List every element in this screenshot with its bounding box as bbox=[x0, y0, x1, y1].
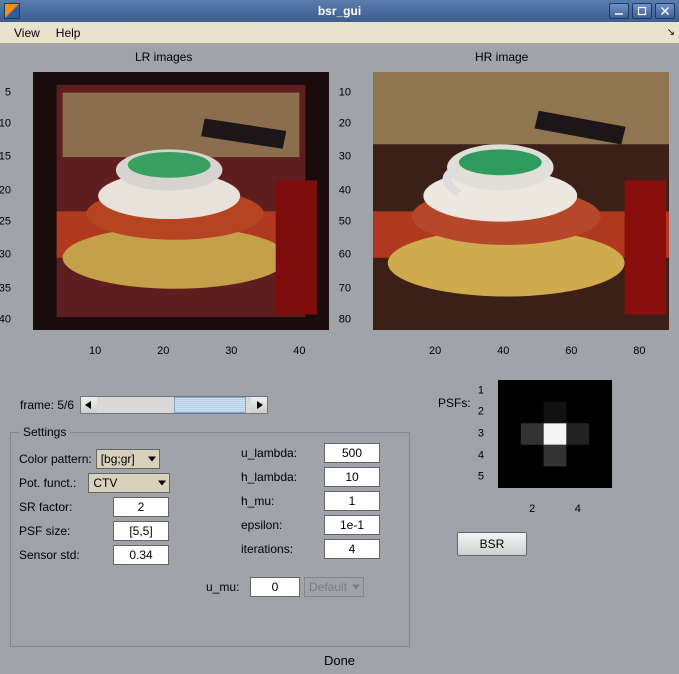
pot-funct-value: CTV bbox=[93, 476, 117, 490]
lr-ytick: 5 bbox=[5, 87, 11, 98]
color-pattern-combo[interactable]: [bg;gr] bbox=[96, 449, 160, 469]
lr-ytick: 35 bbox=[0, 283, 11, 294]
lr-axes: 5 10 15 20 25 30 35 40 10 20 30 40 bbox=[33, 72, 329, 330]
psf-size-input[interactable] bbox=[113, 521, 169, 541]
psf-ytick: 5 bbox=[478, 472, 484, 483]
u-mu-mode-value: Default bbox=[309, 580, 347, 594]
hr-ytick: 60 bbox=[339, 250, 351, 261]
hr-ytick: 70 bbox=[339, 283, 351, 294]
frame-label: frame: 5/6 bbox=[20, 398, 74, 412]
bsr-button[interactable]: BSR bbox=[457, 532, 527, 556]
lr-image bbox=[33, 72, 329, 330]
menubar: View Help ↘ bbox=[0, 22, 679, 44]
status-text: Done bbox=[0, 653, 679, 668]
h-mu-input[interactable] bbox=[324, 491, 380, 511]
scroll-right-button[interactable] bbox=[251, 397, 267, 413]
hr-xtick: 20 bbox=[429, 346, 441, 357]
lr-xtick: 10 bbox=[89, 346, 101, 357]
pot-funct-combo[interactable]: CTV bbox=[88, 473, 170, 493]
titlebar: bsr_gui bbox=[0, 0, 679, 22]
h-lambda-label: h_lambda: bbox=[241, 470, 306, 484]
hr-xtick: 40 bbox=[497, 346, 509, 357]
settings-legend: Settings bbox=[19, 425, 70, 439]
hr-ytick: 10 bbox=[339, 87, 351, 98]
lr-ytick: 20 bbox=[0, 185, 11, 196]
psf-ytick: 1 bbox=[478, 385, 484, 396]
matlab-icon bbox=[4, 3, 20, 19]
psf-ytick: 4 bbox=[478, 450, 484, 461]
scroll-track[interactable] bbox=[97, 397, 251, 413]
psf-xtick: 4 bbox=[575, 504, 581, 515]
lr-ytick: 10 bbox=[0, 118, 11, 129]
lr-ytick: 25 bbox=[0, 216, 11, 227]
psf-xtick: 2 bbox=[529, 504, 535, 515]
chevron-down-icon bbox=[148, 457, 156, 462]
pot-funct-label: Pot. funct.: bbox=[19, 476, 76, 490]
hr-xtick: 80 bbox=[633, 346, 645, 357]
lr-ytick: 30 bbox=[0, 250, 11, 261]
hr-image bbox=[373, 72, 669, 330]
epsilon-input[interactable] bbox=[324, 515, 380, 535]
hr-ytick: 80 bbox=[339, 314, 351, 325]
sr-factor-input[interactable] bbox=[113, 497, 169, 517]
u-lambda-input[interactable] bbox=[324, 443, 380, 463]
lr-xtick: 40 bbox=[293, 346, 305, 357]
u-mu-label: u_mu: bbox=[206, 580, 246, 594]
sensor-std-label: Sensor std: bbox=[19, 548, 84, 562]
settings-panel: Settings Color pattern: [bg;gr] Pot. fun… bbox=[10, 432, 410, 647]
h-lambda-input[interactable] bbox=[324, 467, 380, 487]
hr-ytick: 30 bbox=[339, 152, 351, 163]
maximize-button[interactable] bbox=[632, 3, 652, 19]
lr-xtick: 30 bbox=[225, 346, 237, 357]
psf-size-label: PSF size: bbox=[19, 524, 84, 538]
frame-row: frame: 5/6 bbox=[20, 396, 268, 414]
iterations-input[interactable] bbox=[324, 539, 380, 559]
hr-ytick: 50 bbox=[339, 216, 351, 227]
minimize-button[interactable] bbox=[609, 3, 629, 19]
hr-ytick: 20 bbox=[339, 118, 351, 129]
window-title: bsr_gui bbox=[318, 4, 361, 18]
color-pattern-value: [bg;gr] bbox=[101, 452, 135, 466]
menu-help[interactable]: Help bbox=[48, 24, 89, 42]
lr-title: LR images bbox=[135, 50, 192, 64]
psfs-label: PSFs: bbox=[438, 396, 471, 410]
psf-ytick: 2 bbox=[478, 407, 484, 418]
chevron-down-icon bbox=[352, 585, 360, 590]
close-button[interactable] bbox=[655, 3, 675, 19]
scroll-left-button[interactable] bbox=[81, 397, 97, 413]
lr-ytick: 40 bbox=[0, 314, 11, 325]
psf-ytick: 3 bbox=[478, 429, 484, 440]
menu-handle-icon[interactable]: ↘ bbox=[667, 27, 675, 38]
sensor-std-input[interactable] bbox=[113, 545, 169, 565]
hr-xtick: 60 bbox=[565, 346, 577, 357]
hr-title: HR image bbox=[475, 50, 528, 64]
u-mu-input[interactable] bbox=[250, 577, 300, 597]
color-pattern-label: Color pattern: bbox=[19, 452, 92, 466]
lr-xtick: 20 bbox=[157, 346, 169, 357]
hr-axes: 10 20 30 40 50 60 70 80 20 40 60 80 bbox=[373, 72, 669, 330]
u-lambda-label: u_lambda: bbox=[241, 446, 306, 460]
epsilon-label: epsilon: bbox=[241, 518, 306, 532]
h-mu-label: h_mu: bbox=[241, 494, 306, 508]
hr-ytick: 40 bbox=[339, 185, 351, 196]
chevron-down-icon bbox=[158, 481, 166, 486]
iterations-label: iterations: bbox=[241, 542, 306, 556]
u-mu-mode-combo: Default bbox=[304, 577, 364, 597]
lr-ytick: 15 bbox=[0, 152, 11, 163]
psfs-axes: 1 2 3 4 5 2 4 bbox=[498, 380, 612, 488]
frame-scrollbar[interactable] bbox=[80, 396, 268, 414]
menu-view[interactable]: View bbox=[6, 24, 48, 42]
sr-factor-label: SR factor: bbox=[19, 500, 84, 514]
